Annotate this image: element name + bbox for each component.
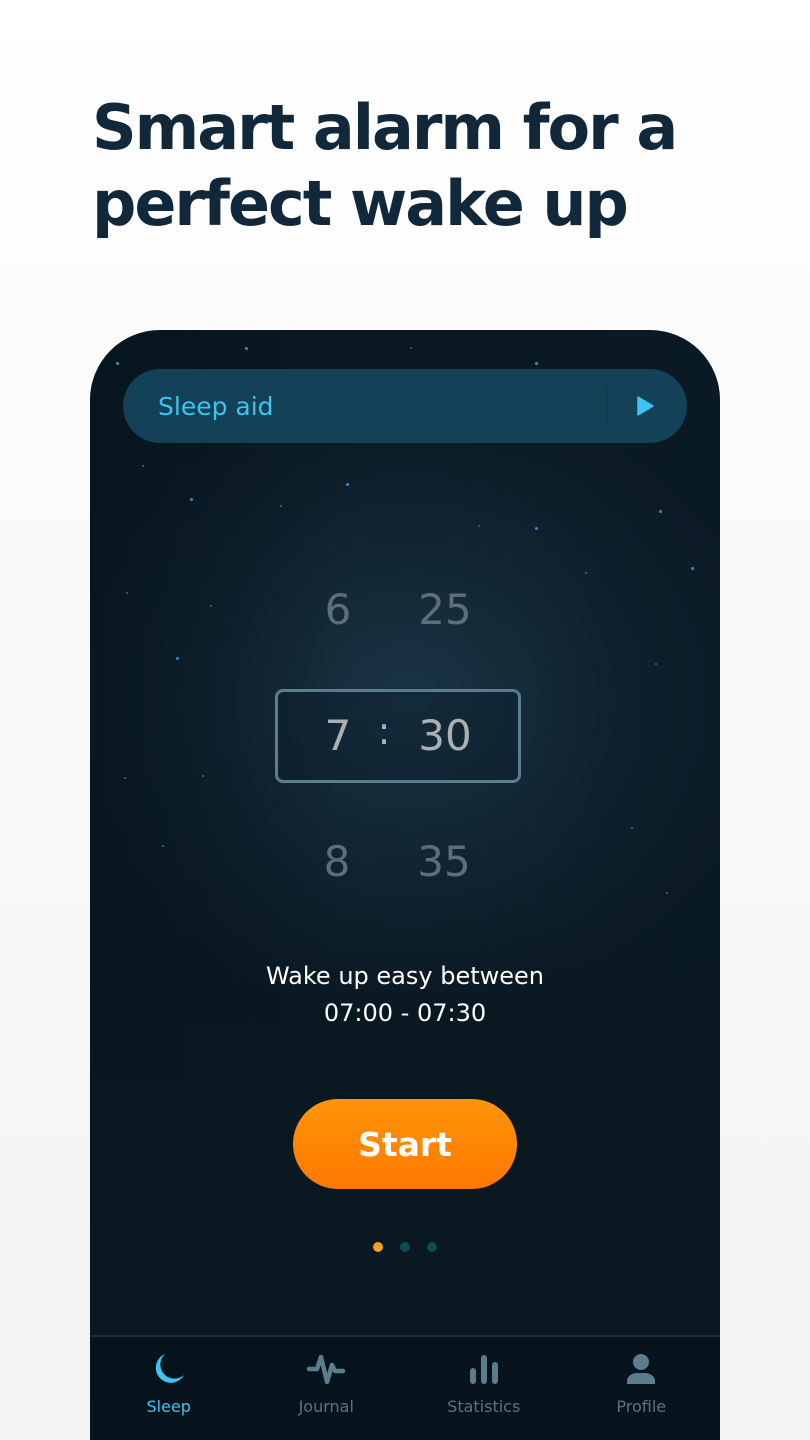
selected-time-box <box>275 689 521 783</box>
hour-next[interactable]: 8 <box>297 837 377 886</box>
bottom-tab-bar: Sleep Journal Statistics Profile <box>90 1335 720 1440</box>
headline-line-2: perfect wake up <box>92 167 629 240</box>
tab-profile[interactable]: Profile <box>563 1337 721 1440</box>
page-dot-3[interactable] <box>427 1242 437 1252</box>
tab-sleep-label: Sleep <box>146 1397 191 1416</box>
page-dot-1[interactable] <box>373 1242 383 1252</box>
tab-journal-label: Journal <box>298 1397 354 1416</box>
phone-screen: Sleep aid 6 25 7 : 30 8 35 Wake up easy … <box>90 330 720 1440</box>
minute-previous[interactable]: 25 <box>405 585 485 634</box>
tab-journal[interactable]: Journal <box>248 1337 406 1440</box>
pulse-icon <box>306 1351 346 1387</box>
minute-next[interactable]: 35 <box>404 837 484 886</box>
start-button[interactable]: Start <box>293 1099 517 1189</box>
hour-previous[interactable]: 6 <box>298 585 378 634</box>
tab-sleep[interactable]: Sleep <box>90 1337 248 1440</box>
tab-profile-label: Profile <box>616 1397 667 1416</box>
time-picker[interactable]: 6 25 7 : 30 8 35 <box>90 330 720 930</box>
wake-window-range: 07:00 - 07:30 <box>323 999 487 1027</box>
headline: Smart alarm for a perfect wake up <box>92 90 732 242</box>
page-dot-2[interactable] <box>400 1242 410 1252</box>
wake-window-text: Wake up easy between 07:00 - 07:30 <box>90 958 720 1032</box>
headline-line-1: Smart alarm for a <box>92 91 678 164</box>
moon-icon <box>149 1351 189 1387</box>
pagination-dots <box>373 1242 437 1252</box>
person-icon <box>621 1351 661 1387</box>
tab-statistics-label: Statistics <box>447 1397 521 1416</box>
bar-chart-icon <box>464 1351 504 1387</box>
tab-statistics[interactable]: Statistics <box>405 1337 563 1440</box>
wake-window-line-1: Wake up easy between <box>265 962 544 990</box>
